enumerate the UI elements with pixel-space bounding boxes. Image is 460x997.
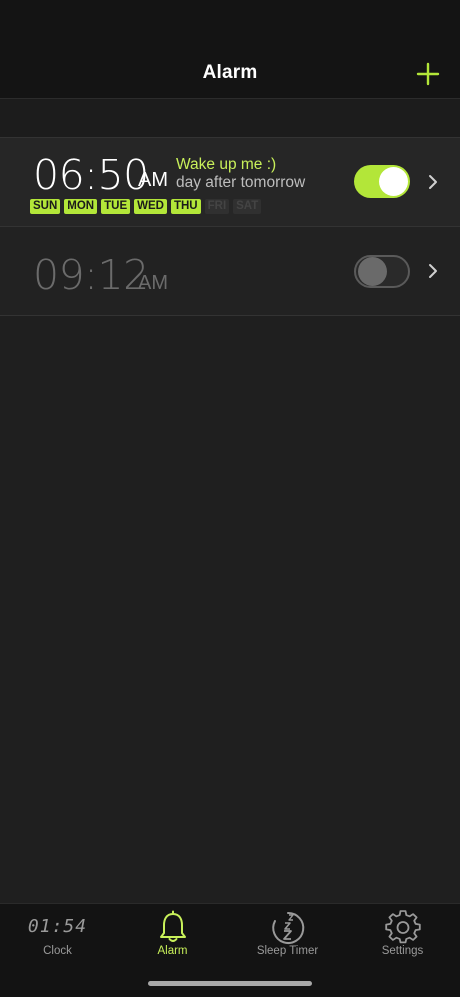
page-title: Alarm bbox=[202, 62, 258, 83]
tab-sleep-timer[interactable]: Sleep Timer bbox=[230, 904, 345, 974]
day-sat: SAT bbox=[233, 199, 262, 214]
nav-header: Alarm bbox=[0, 0, 460, 99]
tab-label: Sleep Timer bbox=[256, 945, 319, 957]
toggle-knob bbox=[358, 257, 387, 286]
alarm-toggle[interactable] bbox=[354, 165, 410, 198]
day-mon: MON bbox=[64, 199, 98, 214]
alarm-ampm: AM bbox=[138, 272, 168, 294]
chevron-right-icon[interactable] bbox=[426, 172, 440, 192]
bell-icon bbox=[159, 910, 186, 942]
day-sun: SUN bbox=[30, 199, 61, 214]
day-wed: WED bbox=[134, 199, 167, 214]
repeat-days: SUN MON TUE WED THU FRI SAT bbox=[30, 199, 262, 214]
toggle-knob bbox=[379, 167, 408, 196]
alarm-row[interactable]: 06:50 AM Wake up me :) day after tomorro… bbox=[0, 137, 460, 227]
alarm-row[interactable]: 09:12 AM bbox=[0, 226, 460, 316]
tab-label: Clock bbox=[43, 945, 72, 957]
tab-alarm[interactable]: Alarm bbox=[115, 904, 230, 974]
alarm-next-ring: day after tomorrow bbox=[176, 174, 306, 191]
alarm-toggle[interactable] bbox=[354, 255, 410, 288]
tab-settings[interactable]: Settings bbox=[345, 904, 460, 974]
tab-clock[interactable]: 01:54 Clock bbox=[0, 904, 115, 974]
alarm-ampm: AM bbox=[138, 169, 168, 191]
day-tue: TUE bbox=[101, 199, 131, 214]
gear-icon bbox=[384, 910, 421, 944]
section-spacer bbox=[0, 99, 460, 137]
alarm-time: 09:12 bbox=[33, 251, 149, 299]
day-fri: FRI bbox=[204, 199, 230, 214]
plus-icon[interactable] bbox=[414, 60, 442, 88]
tab-label: Settings bbox=[381, 945, 424, 957]
digital-clock-icon: 01:54 bbox=[27, 916, 88, 937]
alarm-label: Wake up me :) bbox=[176, 156, 277, 173]
day-thu: THU bbox=[170, 199, 201, 214]
home-indicator[interactable] bbox=[148, 981, 312, 986]
chevron-right-icon[interactable] bbox=[426, 261, 440, 281]
sleep-timer-icon bbox=[271, 911, 304, 944]
tab-label: Alarm bbox=[157, 945, 188, 957]
alarm-time: 06:50 bbox=[33, 151, 149, 199]
